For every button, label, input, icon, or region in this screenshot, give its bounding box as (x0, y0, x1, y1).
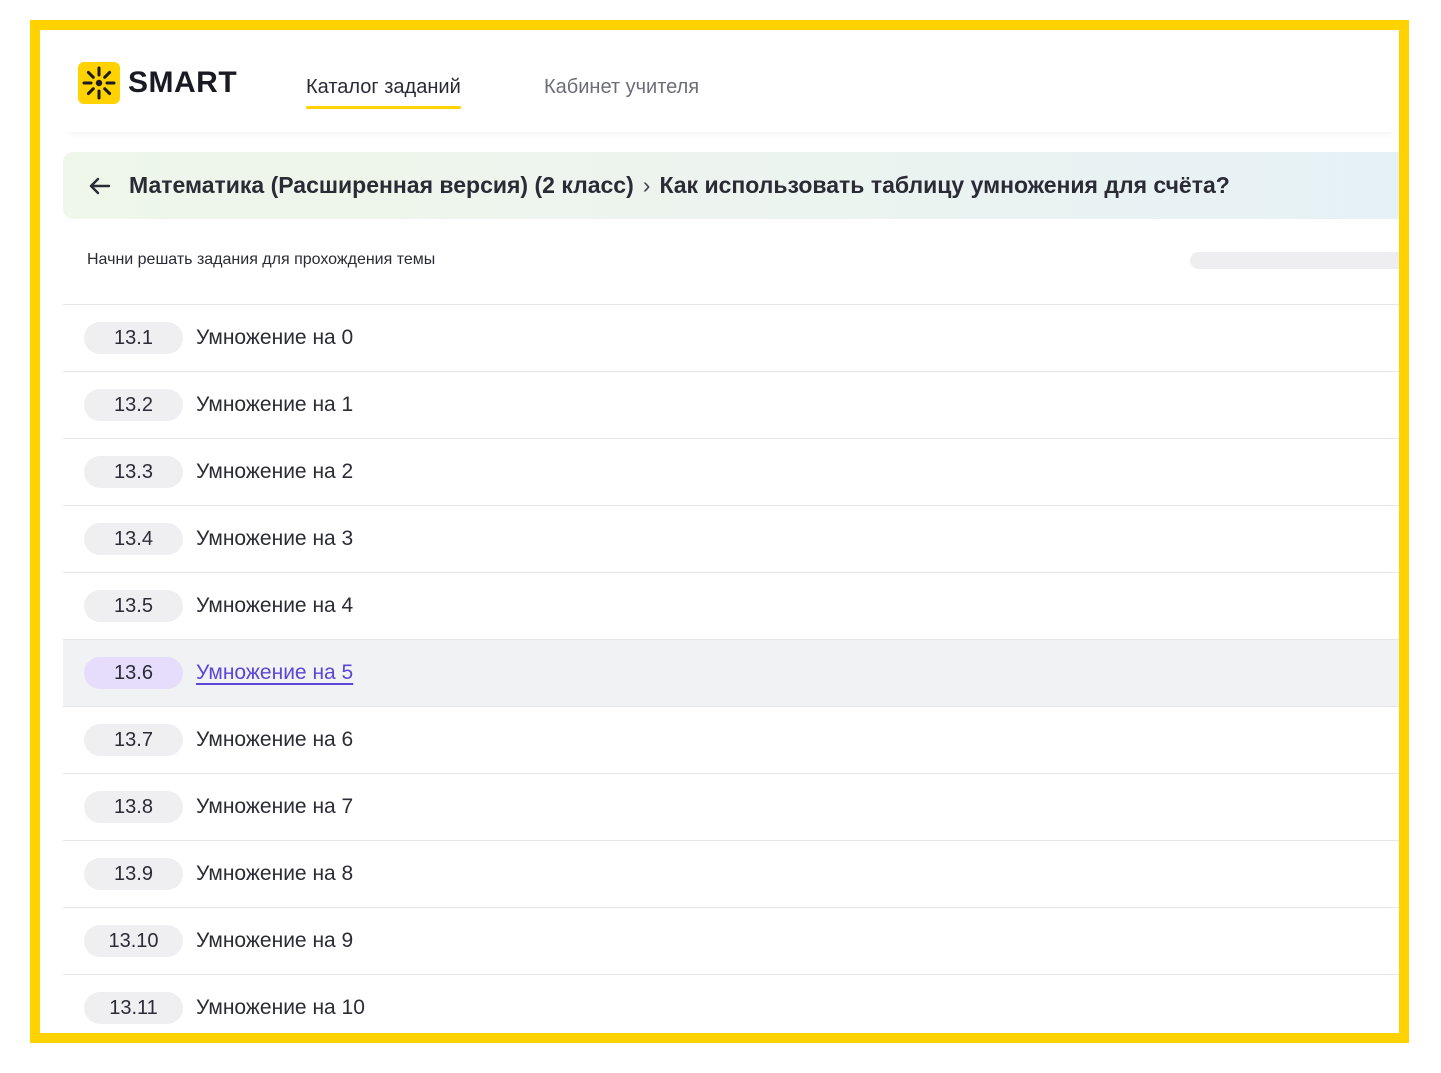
task-number-badge: 13.3 (84, 456, 183, 488)
logo[interactable]: SMART (78, 62, 237, 104)
topic-hint: Начни решать задания для прохождения тем… (87, 251, 436, 268)
task-row[interactable]: 13.8 Умножение на 7 (63, 774, 1399, 841)
task-row[interactable]: 13.4 Умножение на 3 (63, 506, 1399, 573)
nav-teacher-cabinet[interactable]: Кабинет учителя (544, 76, 699, 99)
task-title-link[interactable]: Умножение на 1 (196, 393, 353, 417)
task-number-badge: 13.11 (84, 992, 183, 1024)
page: SMART Каталог заданий Кабинет учителя Ма… (63, 30, 1399, 1033)
breadcrumb-subject[interactable]: Математика (Расширенная версия) (2 класс… (129, 172, 634, 199)
task-row[interactable]: 13.1 Умножение на 0 (63, 305, 1399, 372)
highlight-frame: SMART Каталог заданий Кабинет учителя Ма… (30, 20, 1409, 1043)
task-title-link[interactable]: Умножение на 5 (196, 661, 353, 685)
task-title-link[interactable]: Умножение на 3 (196, 527, 353, 551)
task-row[interactable]: 13.9 Умножение на 8 (63, 841, 1399, 908)
task-number-badge: 13.7 (84, 724, 183, 756)
task-row[interactable]: 13.5 Умножение на 4 (63, 573, 1399, 640)
task-row[interactable]: 13.6 Умножение на 5 (63, 640, 1399, 707)
task-number-badge: 13.2 (84, 389, 183, 421)
task-list: 13.1 Умножение на 0 13.2 Умножение на 1 13.3… (63, 304, 1399, 1033)
task-title-link[interactable]: Умножение на 8 (196, 862, 353, 886)
task-number-badge: 13.6 (84, 657, 183, 689)
task-title-link[interactable]: Умножение на 6 (196, 728, 353, 752)
breadcrumb: Математика (Расширенная версия) (2 класс… (63, 152, 1399, 219)
task-title-link[interactable]: Умножение на 10 (196, 996, 365, 1020)
task-row[interactable]: 13.2 Умножение на 1 (63, 372, 1399, 439)
task-number-badge: 13.9 (84, 858, 183, 890)
task-title-link[interactable]: Умножение на 0 (196, 326, 353, 350)
task-title-link[interactable]: Умножение на 9 (196, 929, 353, 953)
logo-text: SMART (128, 66, 238, 99)
task-number-badge: 13.8 (84, 791, 183, 823)
task-title-link[interactable]: Умножение на 7 (196, 795, 353, 819)
sun-icon (78, 62, 120, 104)
breadcrumb-topic: Как использовать таблицу умножения для с… (659, 172, 1230, 198)
site-header: SMART Каталог заданий Кабинет учителя (63, 30, 1399, 132)
task-row[interactable]: 13.11 Умножение на 10 (63, 975, 1399, 1033)
task-row[interactable]: 13.10 Умножение на 9 (63, 908, 1399, 975)
breadcrumb-separator: › (642, 172, 651, 198)
task-number-badge: 13.1 (84, 322, 183, 354)
task-number-badge: 13.5 (84, 590, 183, 622)
task-title-link[interactable]: Умножение на 2 (196, 460, 353, 484)
nav-catalog[interactable]: Каталог заданий (306, 76, 461, 109)
topic-progress-bar (1190, 252, 1399, 269)
arrow-left-icon[interactable] (87, 173, 113, 199)
task-number-badge: 13.10 (84, 925, 183, 957)
task-row[interactable]: 13.7 Умножение на 6 (63, 707, 1399, 774)
task-title-link[interactable]: Умножение на 4 (196, 594, 353, 618)
task-number-badge: 13.4 (84, 523, 183, 555)
task-row[interactable]: 13.3 Умножение на 2 (63, 439, 1399, 506)
